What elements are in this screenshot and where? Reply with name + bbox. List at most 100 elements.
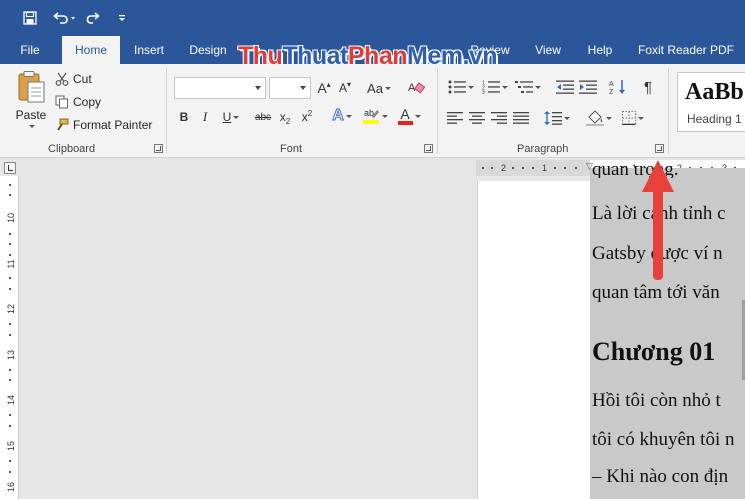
tab-selector-icon[interactable] <box>4 162 16 174</box>
paste-button[interactable]: Paste <box>12 70 50 130</box>
title-bar <box>0 0 745 36</box>
tab-insert[interactable]: Insert <box>126 36 172 64</box>
ruler-tick <box>9 184 11 186</box>
shading-button[interactable] <box>584 108 614 128</box>
ruler-number: 14 <box>6 395 16 406</box>
paragraph-launcher-icon[interactable] <box>655 144 664 153</box>
redo-icon[interactable] <box>85 8 103 28</box>
justify-icon <box>513 112 529 124</box>
vertical-ruler[interactable]: 10 11 12 13 14 15 16 <box>0 176 19 499</box>
change-case-button[interactable]: Aa <box>364 78 394 98</box>
ruler-tick <box>9 471 11 473</box>
document-heading[interactable]: Chương 01 <box>592 337 715 367</box>
font-launcher-icon[interactable] <box>424 144 433 153</box>
underline-button[interactable]: U <box>218 107 244 127</box>
font-color-dropdown-icon <box>414 114 421 118</box>
font-color-button[interactable]: A <box>394 106 424 126</box>
ruler-tick <box>491 167 493 169</box>
increase-indent-button[interactable] <box>578 77 598 97</box>
svg-text:A: A <box>609 81 614 88</box>
ribbon: Paste Cut Copy Format Painter Clipboard … <box>0 64 745 158</box>
tab-file[interactable]: File <box>10 36 50 64</box>
tab-foxit-reader-pdf[interactable]: Foxit Reader PDF <box>632 36 740 64</box>
ruler-number: 12 <box>6 304 16 315</box>
font-size-combo[interactable] <box>269 77 311 99</box>
clear-formatting-button[interactable]: A <box>406 78 428 98</box>
italic-button[interactable]: I <box>197 107 213 127</box>
numbering-button[interactable]: 123 <box>480 77 510 97</box>
format-painter-label: Format Painter <box>73 118 153 132</box>
change-case-glyph: Aa <box>367 80 383 96</box>
document-line[interactable]: Hồi tôi còn nhỏ t <box>592 390 721 412</box>
save-icon[interactable] <box>20 8 40 28</box>
ruler-number: 15 <box>6 441 16 452</box>
underline-glyph: U <box>222 110 232 124</box>
tab-design[interactable]: Design <box>182 36 234 64</box>
ruler-tick <box>9 334 11 336</box>
font-group-label: Font <box>280 143 303 155</box>
align-right-button[interactable] <box>490 108 508 128</box>
ruler-tick <box>9 288 11 290</box>
superscript-button[interactable]: x2 <box>299 107 315 127</box>
grow-font-button[interactable]: A ▴ <box>316 78 332 98</box>
tab-help[interactable]: Help <box>580 36 620 64</box>
ruler-tick <box>9 243 11 245</box>
line-spacing-dropdown-icon <box>564 116 570 120</box>
text-effects-dropdown-icon <box>345 114 352 118</box>
show-formatting-marks-icon[interactable]: ¶ <box>639 77 657 97</box>
ruler-number: 13 <box>6 350 16 361</box>
clipboard-launcher-icon[interactable] <box>154 144 163 153</box>
document-line[interactable]: quan tâm tới văn <box>592 282 720 304</box>
cut-button[interactable]: Cut <box>55 70 92 88</box>
ruler-tick <box>532 167 534 169</box>
undo-icon[interactable] <box>49 8 79 28</box>
annotation-arrow-icon <box>642 160 674 280</box>
customize-qat-icon[interactable] <box>115 8 129 28</box>
tab-home[interactable]: Home <box>62 36 120 64</box>
eraser-icon: A <box>408 82 426 94</box>
copy-button[interactable]: Copy <box>55 93 101 111</box>
word-window: File Home Insert Design Review View Help… <box>0 0 745 499</box>
ruler-tick <box>554 167 556 169</box>
font-name-dropdown-icon <box>255 86 261 90</box>
bullets-dropdown-icon <box>468 85 474 89</box>
strikethrough-button[interactable]: abc <box>252 107 274 127</box>
ruler-tick <box>9 233 11 235</box>
line-spacing-button[interactable] <box>542 108 572 128</box>
sort-button[interactable]: AZ <box>608 77 628 97</box>
text-effect-glyph: A <box>332 107 345 125</box>
shrink-font-glyph: A <box>338 81 347 95</box>
align-right-icon <box>491 112 507 124</box>
borders-dropdown-icon <box>638 116 644 120</box>
shrink-font-button[interactable]: A ▾ <box>337 78 353 98</box>
align-left-button[interactable] <box>446 108 464 128</box>
document-line[interactable]: – Khi nào con địn <box>592 466 728 488</box>
ruler-number: 1 <box>542 163 548 173</box>
ruler-tick <box>512 167 514 169</box>
tab-view[interactable]: View <box>528 36 568 64</box>
ruler-tick <box>9 414 11 416</box>
subscript-button[interactable]: x2 <box>277 107 293 127</box>
document-line[interactable]: tôi có khuyên tôi n <box>592 429 734 451</box>
text-effects-button[interactable]: A <box>328 106 356 126</box>
align-center-button[interactable] <box>468 108 486 128</box>
font-name-combo[interactable] <box>174 77 266 99</box>
borders-button[interactable] <box>618 108 648 128</box>
subscript-mark: 2 <box>285 116 291 126</box>
justify-button[interactable] <box>512 108 530 128</box>
highlight-color-button[interactable]: ab <box>361 106 389 126</box>
format-painter-button[interactable]: Format Painter <box>55 116 152 134</box>
borders-icon <box>622 111 636 125</box>
group-divider <box>668 68 669 154</box>
decrease-indent-button[interactable] <box>555 77 575 97</box>
style-heading-1[interactable]: AaBb Heading 1 <box>677 72 745 132</box>
bullets-button[interactable] <box>446 77 476 97</box>
clipboard-icon <box>18 71 45 103</box>
ruler-number: 16 <box>6 482 16 493</box>
multilevel-list-icon <box>515 81 533 93</box>
paste-dropdown-icon <box>29 125 35 128</box>
multilevel-list-button[interactable] <box>513 77 543 97</box>
increase-indent-icon <box>579 80 597 94</box>
paste-label: Paste <box>15 108 47 122</box>
bold-button[interactable]: B <box>176 107 192 127</box>
